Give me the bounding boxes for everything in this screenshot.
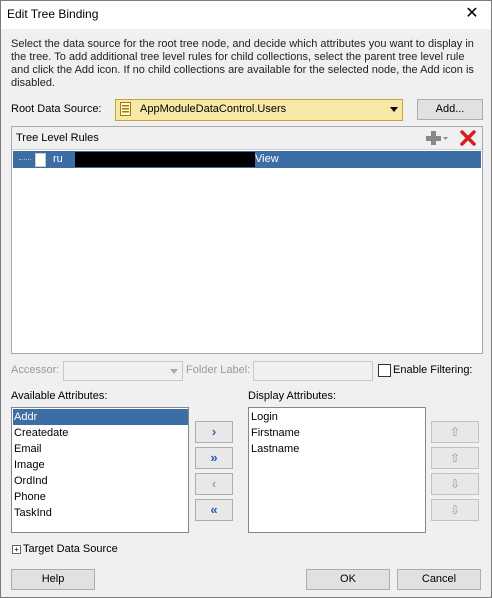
root-data-source-label: Root Data Source: — [11, 103, 102, 115]
list-item[interactable]: Image — [13, 457, 188, 473]
instructions-text: Select the data source for the root tree… — [11, 38, 474, 89]
accessor-label: Accessor: — [11, 364, 60, 376]
chevron-down-icon — [170, 369, 178, 374]
move-left-button[interactable]: ‹ — [195, 473, 233, 495]
root-data-source-combo[interactable]: AppModuleDataControl.Users — [115, 99, 403, 121]
ok-button[interactable]: OK — [306, 569, 390, 590]
plus-icon[interactable] — [426, 130, 448, 146]
available-attributes-list[interactable]: Addr Createdate Email Image OrdInd Phone… — [11, 407, 189, 533]
move-top-button[interactable]: ⇧ — [431, 421, 479, 443]
list-item[interactable]: Firstname — [250, 425, 425, 441]
chevron-down-icon — [390, 107, 398, 112]
tree-level-rules-header: Tree Level Rules — [12, 127, 482, 150]
dialog-title: Edit Tree Binding — [7, 7, 99, 21]
move-up-button[interactable]: ⇧ — [431, 447, 479, 469]
accessor-combo[interactable] — [63, 361, 183, 381]
tree-connector — [19, 159, 31, 160]
title-bar: Edit Tree Binding ✕ — [1, 1, 491, 29]
move-all-left-button[interactable]: « — [195, 499, 233, 521]
enable-filtering-checkbox[interactable] — [378, 364, 391, 377]
folder-label-input[interactable] — [253, 361, 373, 381]
move-all-right-button[interactable]: » — [195, 447, 233, 469]
list-item[interactable]: TaskInd — [13, 505, 188, 521]
move-right-button[interactable]: › — [195, 421, 233, 443]
list-item[interactable]: Login — [250, 409, 425, 425]
add-data-source-button[interactable]: Add... — [417, 99, 483, 120]
data-control-icon — [120, 102, 131, 116]
root-data-source-value: AppModuleDataControl.Users — [140, 103, 287, 115]
close-icon[interactable]: ✕ — [461, 4, 483, 24]
expand-icon[interactable]: + — [12, 545, 21, 554]
help-button[interactable]: Help — [11, 569, 95, 590]
tree-level-rules-title: Tree Level Rules — [16, 132, 99, 144]
file-icon — [35, 153, 46, 167]
enable-filtering-label: Enable Filtering: — [393, 364, 473, 376]
tree-rule-suffix: View — [255, 153, 279, 165]
move-down-button[interactable]: ⇩ — [431, 473, 479, 495]
folder-label-label: Folder Label: — [186, 364, 251, 376]
tree-rule-prefix: ru — [53, 153, 63, 165]
tree-rule-row[interactable]: ru View — [13, 151, 481, 168]
move-bottom-button[interactable]: ⇩ — [431, 499, 479, 521]
cancel-button[interactable]: Cancel — [397, 569, 481, 590]
list-item[interactable]: Phone — [13, 489, 188, 505]
available-attributes-label: Available Attributes: — [11, 390, 108, 402]
display-attributes-list[interactable]: Login Firstname Lastname — [248, 407, 426, 533]
list-item[interactable]: Addr — [13, 409, 188, 425]
list-item[interactable]: Lastname — [250, 441, 425, 457]
dialog-window: Edit Tree Binding ✕ Select the data sour… — [0, 0, 492, 598]
delete-icon[interactable] — [460, 130, 476, 146]
list-item[interactable]: OrdInd — [13, 473, 188, 489]
display-attributes-label: Display Attributes: — [248, 390, 337, 402]
tree-level-rules-panel: Tree Level Rules ru View — [11, 126, 483, 354]
target-data-source-label[interactable]: Target Data Source — [23, 543, 118, 555]
redaction-bar — [75, 152, 255, 167]
list-item[interactable]: Email — [13, 441, 188, 457]
list-item[interactable]: Createdate — [13, 425, 188, 441]
